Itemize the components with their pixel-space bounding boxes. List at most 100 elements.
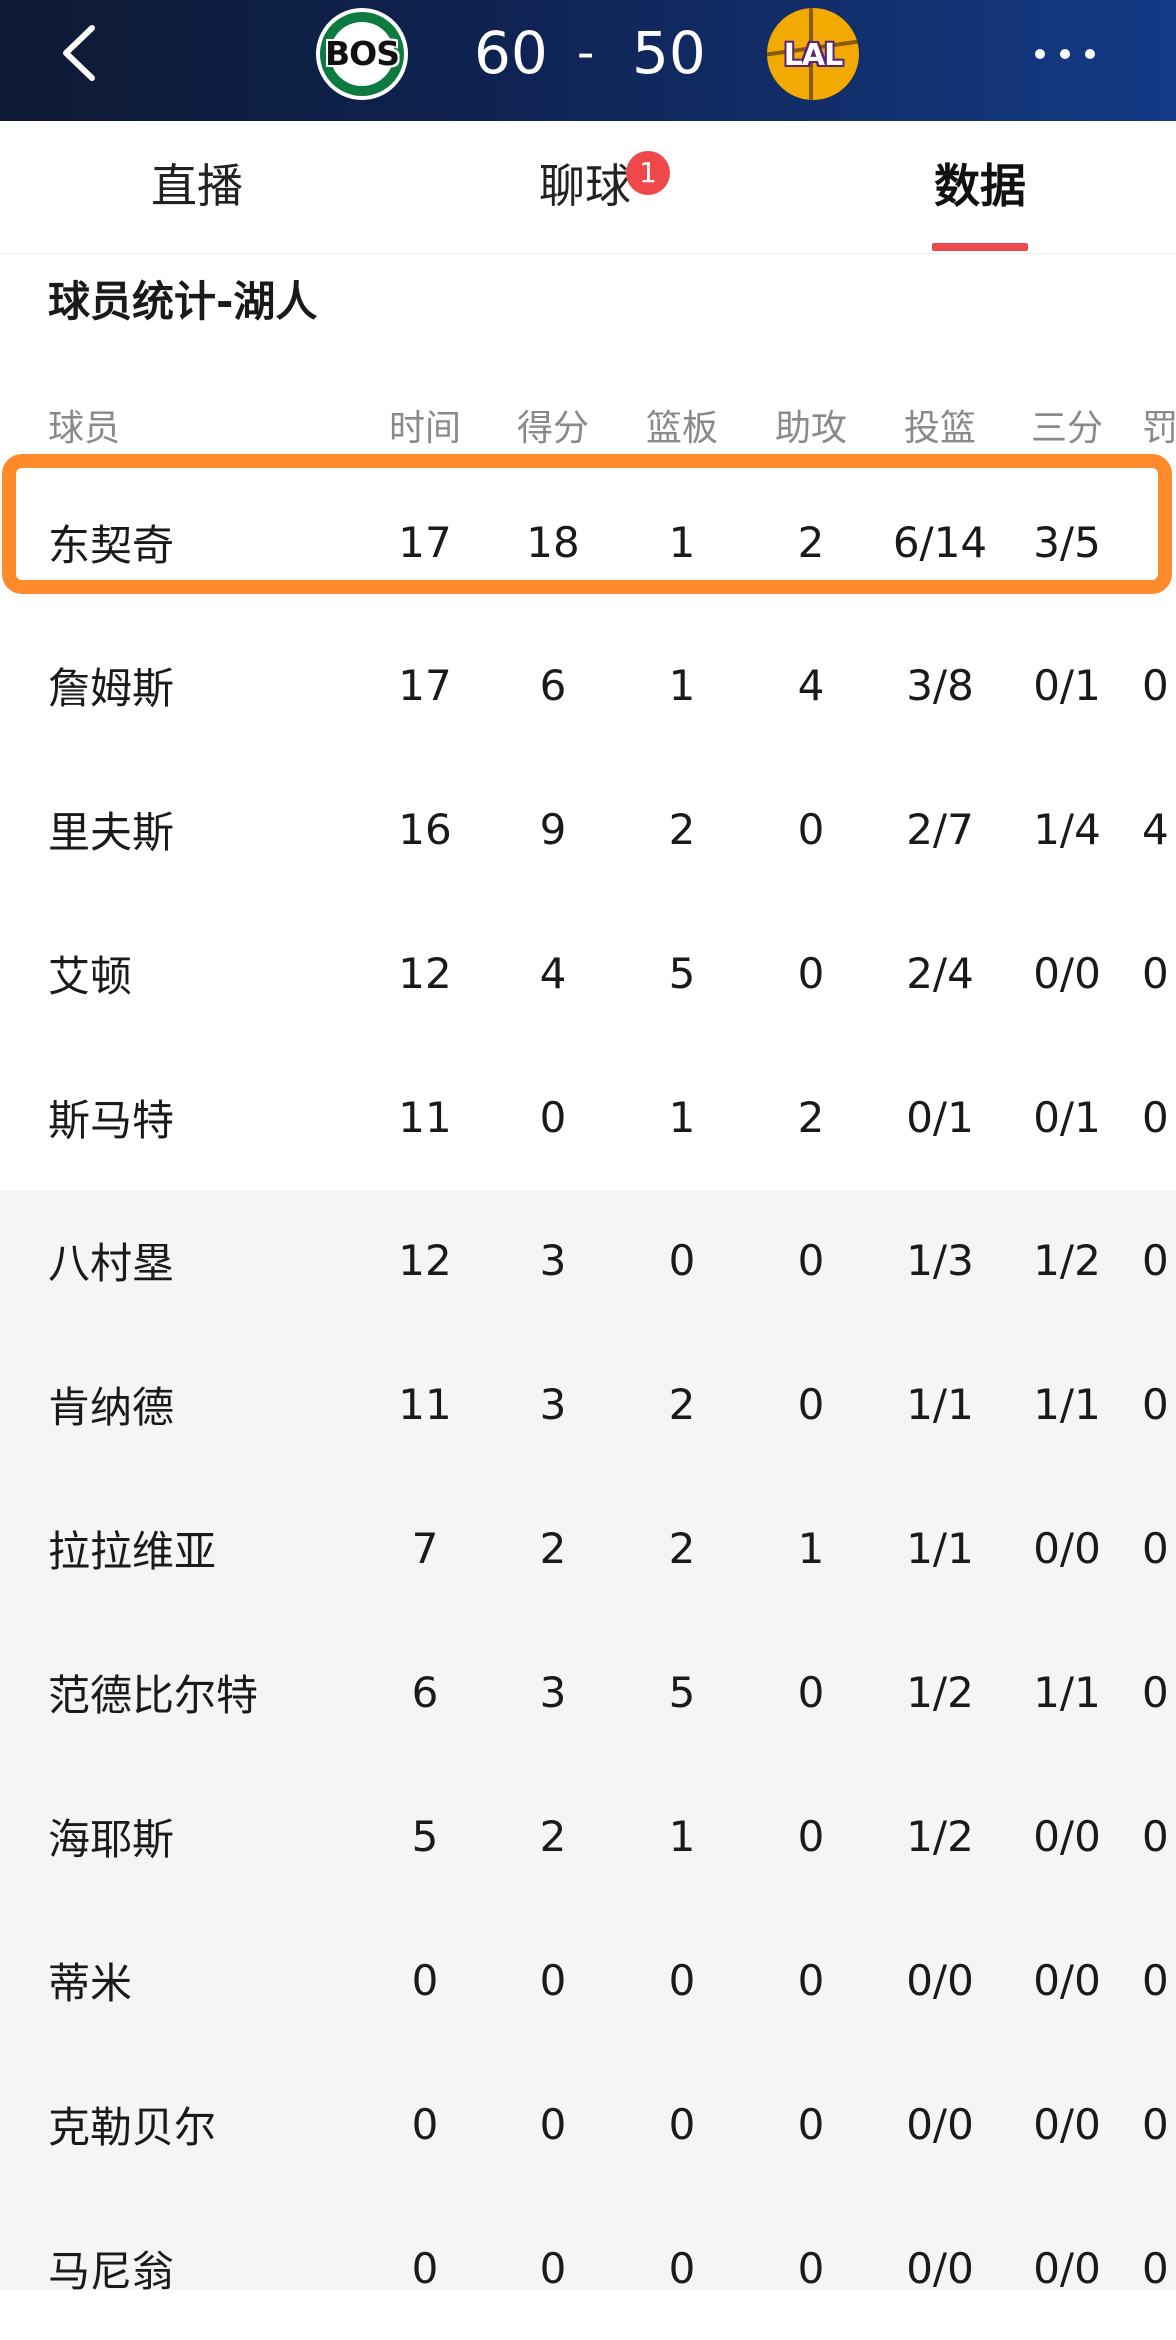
stat-minutes: 7 [411,1523,439,1573]
active-tab-indicator [932,243,1028,251]
tab-bar: 直播 聊球 1 数据 [0,121,1176,255]
tab-chat[interactable]: 聊球 [455,121,715,253]
stat-rebounds: 5 [668,948,696,998]
player-name[interactable]: 肯纳德 [48,1332,348,1476]
more-dots-icon[interactable] [1030,44,1100,64]
stat-rebounds: 0 [668,1955,696,2005]
stat-rebounds: 5 [668,1667,696,1717]
stat-points: 2 [539,1811,567,1861]
stat-ft: 0 [1142,1667,1169,1717]
stat-points: 4 [539,948,567,998]
back-button[interactable] [52,22,112,84]
stat-assists: 0 [797,1955,825,2005]
stat-assists: 0 [797,1667,825,1717]
stat-fg: 0/1 [906,1092,974,1142]
stat-points: 9 [539,804,567,854]
bos-logo-icon[interactable]: BOS [316,8,408,100]
stat-assists: 0 [797,2099,825,2149]
stat-ft: 0 [1142,660,1169,710]
stat-3pt: 1/2 [1033,1235,1101,1285]
table-row[interactable]: 艾顿 12 4 5 0 2/4 0/0 0 [0,901,1176,1045]
table-row[interactable]: 八村塁 12 3 0 0 1/3 1/2 0 [0,1188,1176,1332]
stat-3pt: 0/1 [1033,1092,1101,1142]
home-score: 60 [474,19,548,87]
table-row[interactable]: 詹姆斯 17 6 1 4 3/8 0/1 0 [0,613,1176,757]
stat-rebounds: 0 [668,2243,696,2293]
stat-fg: 2/4 [906,948,974,998]
player-name[interactable]: 拉拉维亚 [48,1476,348,1620]
stat-fg: 1/1 [906,1379,974,1429]
stat-3pt: 0/0 [1033,1523,1101,1573]
table-row[interactable]: 克勒贝尔 0 0 0 0 0/0 0/0 0 [0,2052,1176,2196]
stat-assists: 2 [797,1092,825,1142]
stat-ft: 0 [1142,2243,1169,2293]
stat-rebounds: 0 [668,1235,696,1285]
stat-ft: 0 [1142,1955,1169,2005]
table-row[interactable]: 范德比尔特 6 3 5 0 1/2 1/1 0 [0,1620,1176,1764]
lal-logo-icon[interactable]: LAL [767,8,859,100]
player-name[interactable]: 克勒贝尔 [48,2052,348,2196]
player-name[interactable]: 艾顿 [48,901,348,1045]
stat-assists: 0 [797,1811,825,1861]
stat-3pt: 0/0 [1033,2099,1101,2149]
stat-ft: 0 [1142,1092,1169,1142]
stat-3pt: 0/0 [1033,1811,1101,1861]
away-score: 50 [632,19,706,87]
tab-live[interactable]: 直播 [67,121,327,253]
stat-minutes: 0 [411,2099,439,2149]
stat-3pt: 0/0 [1033,948,1101,998]
tab-data[interactable]: 数据 [850,121,1110,253]
stat-assists: 4 [797,660,825,710]
stat-ft: 0 [1142,1379,1169,1429]
stat-minutes: 0 [411,2243,439,2293]
stat-fg: 1/2 [906,1667,974,1717]
stat-3pt: 0/0 [1033,1955,1101,2005]
stat-minutes: 17 [398,660,452,710]
stat-fg: 1/2 [906,1811,974,1861]
stat-3pt: 0/0 [1033,2243,1101,2293]
stat-rebounds: 1 [668,1811,696,1861]
stat-minutes: 11 [398,1379,452,1429]
stat-3pt: 1/4 [1033,804,1101,854]
table-row[interactable]: 海耶斯 5 2 1 0 1/2 0/0 0 [0,1764,1176,1908]
stat-minutes: 12 [398,1235,452,1285]
section-title: 球员统计-湖人 [48,277,318,326]
table-row[interactable]: 肯纳德 11 3 2 0 1/1 1/1 0 [0,1332,1176,1476]
table-row[interactable]: 马尼翁 0 0 0 0 0/0 0/0 0 [0,2196,1176,2340]
stat-rebounds: 2 [668,804,696,854]
table-row[interactable]: 里夫斯 16 9 2 0 2/7 1/4 4 [0,757,1176,901]
player-name[interactable]: 詹姆斯 [48,613,348,757]
stat-points: 0 [539,2099,567,2149]
stat-minutes: 11 [398,1092,452,1142]
stat-minutes: 16 [398,804,452,854]
game-header: BOS 60 - 50 LAL [0,0,1176,121]
away-team-abbr: LAL [783,38,843,73]
stat-points: 3 [539,1379,567,1429]
player-name[interactable]: 蒂米 [48,1908,348,2052]
player-name[interactable]: 里夫斯 [48,757,348,901]
stat-rebounds: 2 [668,1379,696,1429]
stat-assists: 0 [797,804,825,854]
table-row[interactable]: 斯马特 11 0 1 2 0/1 0/1 0 [0,1045,1176,1189]
stat-points: 3 [539,1667,567,1717]
stat-ft: 0 [1142,1235,1169,1285]
stat-fg: 0/0 [906,2243,974,2293]
stat-rebounds: 0 [668,2099,696,2149]
player-name[interactable]: 八村塁 [48,1188,348,1332]
stat-3pt: 0/1 [1033,660,1101,710]
stat-minutes: 0 [411,1955,439,2005]
stat-ft: 0 [1142,948,1169,998]
stat-3pt: 1/1 [1033,1667,1101,1717]
player-name[interactable]: 范德比尔特 [48,1620,348,1764]
stat-assists: 0 [797,1379,825,1429]
player-name[interactable]: 斯马特 [48,1045,348,1189]
chat-badge: 1 [626,151,670,195]
player-name[interactable]: 马尼翁 [48,2196,348,2340]
stat-fg: 3/8 [906,660,974,710]
table-row[interactable]: 蒂米 0 0 0 0 0/0 0/0 0 [0,1908,1176,2052]
player-name[interactable]: 海耶斯 [48,1764,348,1908]
back-arrow-icon [63,25,95,81]
stat-rebounds: 2 [668,1523,696,1573]
score-separator: - [577,25,595,81]
table-row[interactable]: 拉拉维亚 7 2 2 1 1/1 0/0 0 [0,1476,1176,1620]
